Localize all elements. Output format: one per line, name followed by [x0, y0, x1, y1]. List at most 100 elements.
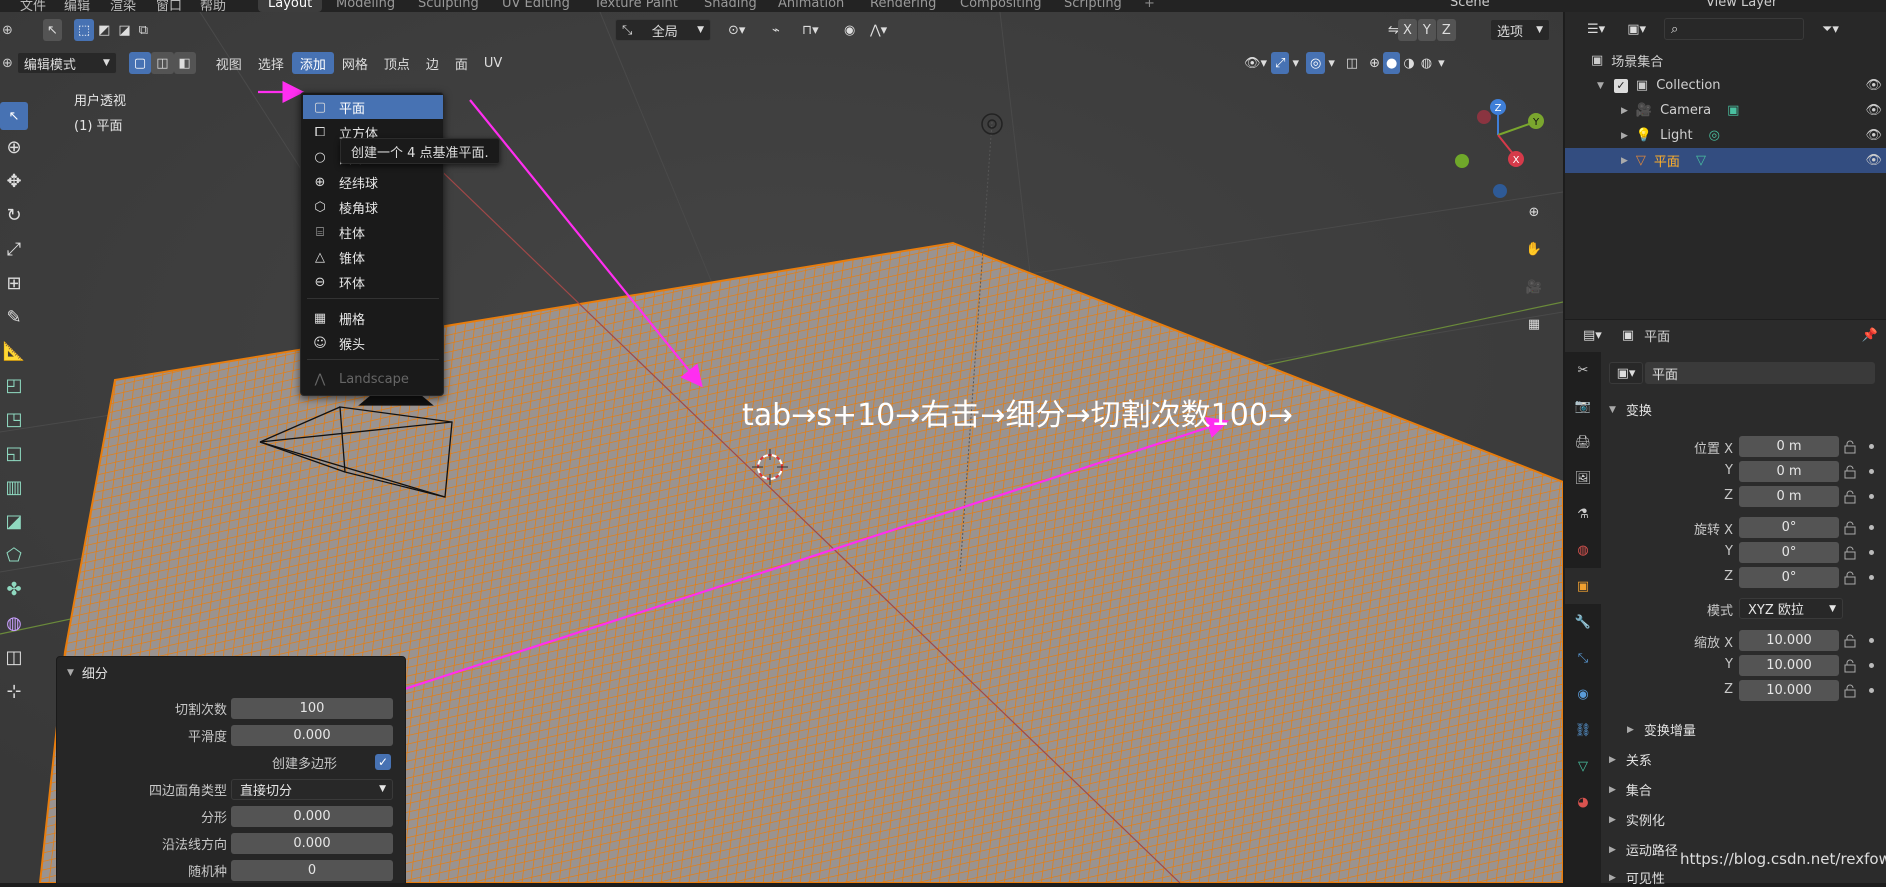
create-ngons-checkbox[interactable]: ✓: [375, 754, 391, 770]
physics-tab-icon[interactable]: ◉: [1565, 676, 1601, 712]
keyframe-dot-icon[interactable]: [1869, 688, 1874, 693]
visibility-icon[interactable]: 👁▾: [1240, 52, 1271, 74]
lock-icon[interactable]: [1843, 546, 1857, 560]
collections-section[interactable]: ▶ 集合: [1609, 780, 1652, 799]
tab-shading[interactable]: Shading: [694, 0, 767, 12]
filter-view-icon[interactable]: ▣▾: [1619, 18, 1654, 40]
options-dropdown[interactable]: 选项 ▼: [1490, 19, 1550, 41]
gizmo-toggle-icon[interactable]: ⤢: [1271, 52, 1290, 74]
transform-icon[interactable]: ⊞: [0, 266, 28, 300]
tab-modeling[interactable]: Modeling: [326, 0, 405, 12]
tab-texture-paint[interactable]: Texture Paint: [584, 0, 688, 12]
view-layer-tab-icon[interactable]: 🖼: [1565, 460, 1601, 496]
keyframe-dot-icon[interactable]: [1869, 550, 1874, 555]
fractal-field[interactable]: 0.000: [231, 805, 393, 827]
outliner-item-light[interactable]: ▶ 💡 Light ◎ 👁: [1565, 123, 1886, 148]
camera-view-icon[interactable]: 🎥: [1519, 272, 1549, 302]
number-cuts-field[interactable]: 100: [231, 697, 393, 719]
scale-y-field[interactable]: 10.000: [1739, 655, 1839, 676]
instancing-section[interactable]: ▶ 实例化: [1609, 810, 1665, 829]
tab-rendering[interactable]: Rendering: [860, 0, 946, 12]
scene-collection-row[interactable]: ▣ 场景集合: [1565, 48, 1886, 73]
particles-tab-icon[interactable]: ⤡: [1565, 640, 1601, 676]
menu-add[interactable]: 添加: [291, 52, 334, 74]
tool-tab-icon[interactable]: ✂: [1565, 352, 1601, 388]
menu-face[interactable]: 面: [447, 52, 476, 74]
transform-section-header[interactable]: ▼ 变换: [1609, 400, 1652, 419]
material-tab-icon[interactable]: ◕: [1565, 784, 1601, 820]
menu-item-cone[interactable]: △ 锥体: [303, 245, 443, 269]
annotate-icon[interactable]: ✎: [0, 300, 28, 334]
keyframe-dot-icon[interactable]: [1869, 469, 1874, 474]
bevel-icon[interactable]: ◱: [0, 436, 28, 470]
rotation-x-field[interactable]: 0°: [1739, 517, 1839, 538]
inset-icon[interactable]: ◳: [0, 402, 28, 436]
menu-window[interactable]: 窗口: [156, 0, 182, 12]
visibility-section[interactable]: ▶ 可见性: [1609, 868, 1665, 887]
extrude-icon[interactable]: ◰: [0, 368, 28, 402]
scale-z-field[interactable]: 10.000: [1739, 680, 1839, 701]
snap-target-icon[interactable]: ⊓▾: [794, 19, 827, 41]
edge-select-icon[interactable]: ◫: [151, 52, 174, 74]
menu-edge[interactable]: 边: [418, 52, 447, 74]
random-seed-field[interactable]: 0: [231, 859, 393, 881]
cursor-icon[interactable]: ⊕: [0, 130, 28, 164]
menu-edit[interactable]: 编辑: [64, 0, 90, 12]
wireframe-shading-icon[interactable]: ⊕: [1366, 52, 1383, 74]
shrink-fatten-icon[interactable]: ⊹: [0, 674, 28, 708]
menu-item-plane[interactable]: ▢ 平面: [303, 95, 443, 119]
modifier-tab-icon[interactable]: 🔧: [1565, 604, 1601, 640]
select-tool-icon[interactable]: ↖: [42, 19, 62, 41]
delta-transform-section[interactable]: ▶ 变换增量: [1627, 720, 1696, 739]
editor-type-icon[interactable]: ▤▾: [1575, 324, 1610, 346]
menu-item-uv-sphere[interactable]: ⊕ 经纬球: [303, 170, 443, 194]
data-tab-icon[interactable]: ▽: [1565, 748, 1601, 784]
intersect-selection-icon[interactable]: ⧉: [135, 19, 152, 41]
extend-selection-icon[interactable]: ◩: [94, 19, 114, 41]
menu-select[interactable]: 选择: [250, 52, 292, 74]
eye-icon[interactable]: 👁: [1865, 103, 1882, 118]
display-mode-icon[interactable]: ☰▾: [1579, 18, 1613, 40]
transform-orientation-dropdown[interactable]: ⤡ 全局 ▼: [615, 19, 711, 41]
outliner-item-camera[interactable]: ▶ 🎥 Camera ▣ 👁: [1565, 98, 1886, 123]
overlays-icon[interactable]: ◎: [1305, 52, 1326, 74]
eye-icon[interactable]: 👁: [1865, 153, 1882, 168]
menu-mesh[interactable]: 网格: [334, 52, 376, 74]
scale-icon[interactable]: ⤢: [0, 232, 28, 266]
redo-panel-header[interactable]: ▼ 细分: [67, 663, 108, 682]
add-workspace-icon[interactable]: +: [1134, 0, 1165, 12]
tool-icon[interactable]: ⊕: [2, 23, 13, 38]
rotation-y-field[interactable]: 0°: [1739, 542, 1839, 563]
smooth-icon[interactable]: ◍: [0, 606, 28, 640]
pan-hand-icon[interactable]: ✋: [1519, 234, 1549, 264]
menu-item-torus[interactable]: ⊖ 环体: [303, 270, 443, 294]
lock-icon[interactable]: [1843, 684, 1857, 698]
quad-corner-type-select[interactable]: 直接切分 ▼: [231, 778, 393, 800]
select-box-icon[interactable]: ↖: [0, 102, 28, 130]
object-type-icon[interactable]: ▣▾: [1609, 362, 1643, 384]
scene-tab-icon[interactable]: ⚗: [1565, 496, 1601, 532]
world-tab-icon[interactable]: ◍: [1565, 532, 1601, 568]
lock-icon[interactable]: [1843, 465, 1857, 479]
scale-x-field[interactable]: 10.000: [1739, 630, 1839, 651]
menu-uv[interactable]: UV: [476, 52, 510, 74]
expand-triangle-icon[interactable]: ▶: [1621, 131, 1628, 141]
face-select-icon[interactable]: ◧: [173, 52, 196, 74]
tab-animation[interactable]: Animation: [768, 0, 854, 12]
proportional-edit-icon[interactable]: ◉: [836, 19, 863, 41]
measure-icon[interactable]: 📐: [0, 334, 28, 368]
zoom-icon[interactable]: ⊕: [1519, 197, 1549, 227]
tab-layout[interactable]: Layout: [258, 0, 323, 12]
loop-cut-icon[interactable]: ▥: [0, 470, 28, 504]
rendered-shading-icon[interactable]: ◍: [1418, 52, 1435, 74]
scene-selector[interactable]: Scene: [1450, 0, 1490, 10]
tab-compositing[interactable]: Compositing: [950, 0, 1052, 12]
lock-icon[interactable]: [1843, 521, 1857, 535]
menu-help[interactable]: 帮助: [200, 0, 226, 12]
along-normal-field[interactable]: 0.000: [231, 832, 393, 854]
keyframe-dot-icon[interactable]: [1869, 494, 1874, 499]
chevron-down-icon[interactable]: ▾: [1289, 52, 1302, 74]
edge-slide-icon[interactable]: ◫: [0, 640, 28, 674]
lock-icon[interactable]: [1843, 490, 1857, 504]
vertex-select-icon[interactable]: ▢: [128, 52, 152, 74]
